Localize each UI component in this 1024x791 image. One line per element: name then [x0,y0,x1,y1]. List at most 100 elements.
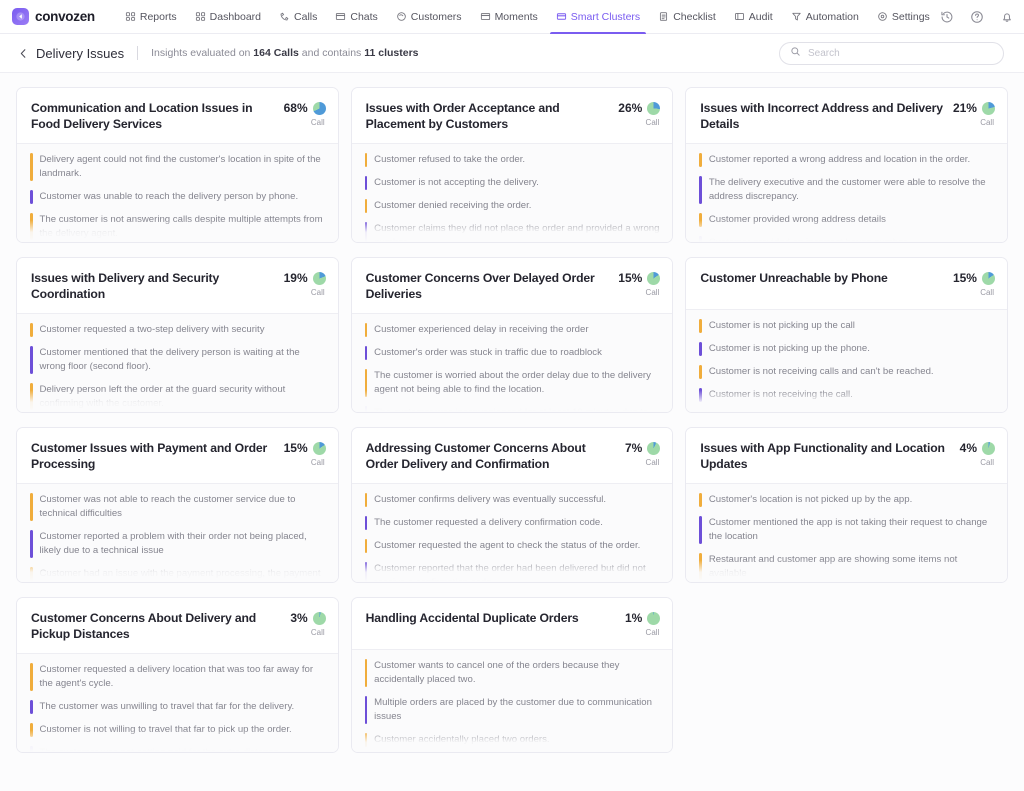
nav-item-smart-clusters[interactable]: Smart Clusters [547,0,649,34]
insight-color-bar [364,492,368,507]
cluster-card[interactable]: Issues with Incorrect Address and Delive… [685,87,1008,243]
cluster-card[interactable]: Communication and Location Issues in Foo… [16,87,339,243]
cluster-card[interactable]: Customer Issues with Payment and Order P… [16,427,339,583]
insight-text: Customer reported a wrong address and lo… [708,153,971,165]
insight-item[interactable]: Customer's order was stuck in traffic du… [364,345,661,360]
insight-item[interactable]: Multiple orders are placed by the custom… [364,695,661,724]
dashboard-icon [195,11,206,22]
cluster-card[interactable]: Issues with Delivery and Security Coordi… [16,257,339,413]
insight-item[interactable]: Customer is not picking up the call [699,319,995,333]
insight-item[interactable]: Customer requested a two-step delivery w… [30,322,326,337]
nav-item-moments[interactable]: Moments [471,0,547,34]
insight-item[interactable]: Customer requested a delivery location t… [30,662,326,691]
insight-item[interactable]: Customer claims they did not place the o… [364,221,661,242]
insight-item[interactable]: The customer was unwilling to travel tha… [30,699,326,714]
insight-color-bar [699,387,702,402]
insight-item[interactable]: Customer experienced delay in receiving … [364,322,661,337]
insight-item[interactable]: Customer is not picking up the call [699,410,995,412]
cluster-card[interactable]: Customer Concerns About Delivery and Pic… [16,597,339,753]
insight-item[interactable]: Customer had an issue with the payment p… [30,566,326,582]
insight-text: Delivery person left the order at the gu… [39,383,286,409]
cluster-card-header: Issues with App Functionality and Locati… [686,428,1007,484]
insight-item[interactable]: Customer reported that the order had bee… [364,561,661,582]
insight-item[interactable]: Customer reported a wrong address and lo… [699,152,995,167]
insight-item[interactable]: Customer provided wrong address details [699,212,995,227]
nav-item-calls[interactable]: Calls [270,0,326,34]
insight-item[interactable]: The customer is worried about the order … [364,368,661,397]
insight-color-bar [364,561,368,582]
insight-item[interactable]: Customer confirms delivery was eventuall… [364,492,661,507]
insight-text: Customer mentioned the app is not taking… [708,516,988,542]
insight-item[interactable]: The customer is not answering calls desp… [30,212,326,241]
cluster-percent: 68% [283,101,308,115]
cluster-card-header: Issues with Delivery and Security Coordi… [17,258,338,314]
nav-items: Reports Dashboard Calls Chats Customers … [116,0,939,34]
insight-item[interactable]: The customer was not getting paid for th… [30,745,326,752]
nav-item-label: Chats [350,10,378,23]
insight-text: Customer provided an incorrect house num… [709,236,909,242]
insight-item[interactable]: Customer is not accepting the delivery. [364,175,661,190]
insight-item[interactable]: Customer denied receiving the order. [364,198,661,213]
search-box[interactable] [779,41,1004,65]
insight-color-bar [364,345,368,360]
insight-color-bar [30,722,33,737]
nav-item-customers[interactable]: Customers [387,0,471,34]
insight-item[interactable]: Customer mentioned that the delivery per… [30,345,326,374]
insight-text: Customer accidentally placed two orders. [374,733,550,745]
nav-item-label: Calls [294,10,318,23]
insight-item[interactable]: The customer was inconvenienced for at l… [364,405,661,412]
clusters-grid: Communication and Location Issues in Foo… [16,87,1008,753]
insight-item[interactable]: Customer mentioned the app is not taking… [699,515,995,544]
insight-item[interactable]: Customer was not able to reach the custo… [30,492,326,521]
cluster-metric: 3% Call [290,610,326,637]
insight-item[interactable]: Customer was unable to reach the deliver… [30,189,326,204]
nav-item-chats[interactable]: Chats [326,0,386,34]
cluster-card[interactable]: Issues with App Functionality and Locati… [685,427,1008,583]
cluster-card[interactable]: Handling Accidental Duplicate Orders 1% Ca… [350,597,674,753]
cluster-card[interactable]: Customer Unreachable by Phone 15% Call Cust… [685,257,1008,413]
back-chevron-icon[interactable] [18,48,29,59]
history-icon[interactable] [939,9,955,25]
cluster-card[interactable]: Addressing Customer Concerns About Order… [350,427,674,583]
cluster-card[interactable]: Customer Concerns Over Delayed Order Del… [350,257,674,413]
cluster-card-header: Issues with Order Acceptance and Placeme… [351,88,673,144]
brand-logo[interactable]: convozen [12,8,95,25]
smart-clusters-icon [556,11,567,22]
help-icon[interactable] [969,9,985,25]
cluster-insights-list: Delivery agent could not find the custom… [17,143,338,242]
insight-item[interactable]: Delivery agent could not find the custom… [30,152,326,181]
nav-item-dashboard[interactable]: Dashboard [186,0,270,34]
nav-item-automation[interactable]: Automation [782,0,868,34]
insight-item[interactable]: Customer reported a problem with their o… [30,529,326,558]
insight-item[interactable]: Customer wants to cancel one of the orde… [364,659,661,687]
insight-item[interactable]: Delivery person left the order at the gu… [30,382,326,411]
cluster-card[interactable]: Issues with Order Acceptance and Placeme… [350,87,674,243]
notifications-bell-icon[interactable] [999,9,1015,25]
insight-item[interactable]: Customer's location is not picked up by … [699,492,995,507]
insight-color-bar [30,322,33,337]
cluster-title: Communication and Location Issues in Foo… [31,101,253,132]
nav-item-reports[interactable]: Reports [116,0,186,34]
insight-item[interactable]: Restaurant and customer app are showing … [699,552,995,581]
insight-item[interactable]: Customer refused to take the order. [364,152,661,167]
search-input[interactable] [808,47,993,59]
insight-item[interactable]: Customer requested the agent to check th… [364,538,661,553]
insight-item[interactable]: Customer accidentally placed two orders. [364,732,661,747]
insight-item[interactable]: Customer is not receiving calls and can'… [699,364,995,379]
insight-item[interactable]: Customer is not picking up the phone. [699,341,995,356]
insight-item[interactable]: The customer requested a delivery confir… [364,515,661,530]
nav-item-settings[interactable]: Settings [868,0,939,34]
cluster-insights-list: Customer is not picking up the call Custo… [686,310,1007,412]
insight-color-bar [30,662,33,691]
nav-item-checklist[interactable]: Checklist [649,0,725,34]
insight-text: The customer was not getting paid for th… [40,746,282,752]
insight-text: The customer is not answering calls desp… [39,213,323,239]
insight-item[interactable]: The delivery executive and the customer … [699,175,995,204]
cluster-metric-top: 68% [284,101,326,115]
checklist-icon [658,11,669,22]
insight-color-bar [30,189,33,204]
insight-item[interactable]: Customer provided an incorrect house num… [699,235,995,242]
insight-item[interactable]: Customer is not willing to travel that f… [30,722,326,737]
nav-item-audit[interactable]: Audit [725,0,782,34]
insight-item[interactable]: Customer is not receiving the call. [699,387,995,402]
